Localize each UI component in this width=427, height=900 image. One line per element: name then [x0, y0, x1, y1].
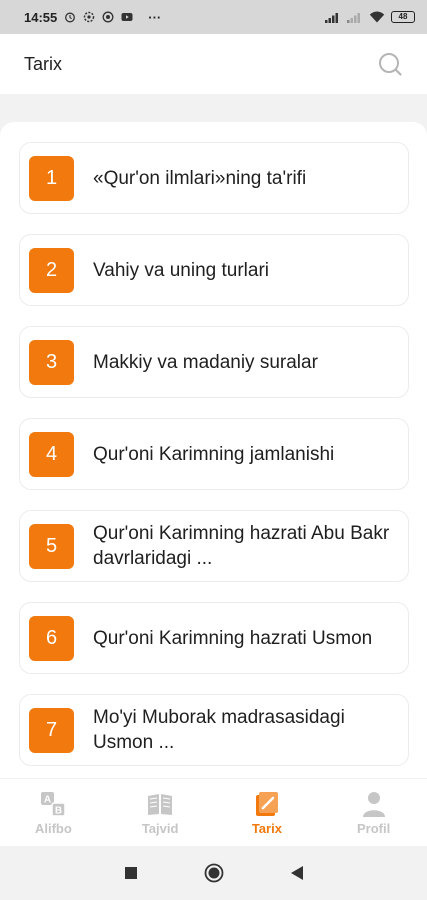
topic-number-badge: 5: [29, 523, 74, 569]
search-icon[interactable]: [377, 51, 403, 77]
history-book-icon: [255, 791, 278, 816]
topic-item-3[interactable]: 3 Makkiy va madaniy suralar: [19, 326, 409, 398]
status-more-dots: ···: [148, 9, 162, 25]
status-bar: 14:55 ··· 48: [0, 0, 427, 34]
nav-label: Profil: [357, 820, 391, 836]
back-icon[interactable]: [290, 865, 304, 881]
svg-text:A: A: [44, 794, 51, 805]
topic-title: Mo'yi Muborak madrasasidagi Usmon ...: [93, 707, 345, 753]
topic-number-badge: 2: [29, 247, 74, 293]
topic-title: Qur'oni Karimning hazrati Abu Bakr davrl…: [93, 523, 390, 569]
signal-icon: [325, 13, 338, 23]
bottom-nav: A B Alifbo Tajvid Tarix Profil: [0, 778, 427, 846]
nav-label: Tarix: [251, 820, 282, 836]
status-time: 14:55: [24, 9, 58, 25]
alphabet-icon: A B: [41, 791, 67, 817]
topic-item-2[interactable]: 2 Vahiy va uning turlari: [19, 234, 409, 306]
nav-label: Alifbo: [34, 820, 72, 836]
topic-item-6[interactable]: 6 Qur'oni Karimning hazrati Usmon: [19, 602, 409, 674]
circle-app-icon: [102, 11, 114, 23]
topic-title: Qur'oni Karimning hazrati Usmon: [93, 627, 373, 649]
home-icon[interactable]: [204, 863, 224, 883]
wifi-icon: [369, 11, 385, 23]
settings-icon: [84, 11, 95, 23]
topic-title: Vahiy va uning turlari: [93, 259, 270, 281]
nav-label: Tajvid: [141, 820, 179, 836]
topic-item-1[interactable]: 1 «Qur'on ilmlari»ning ta'rifi: [19, 142, 409, 214]
topic-number-badge: 6: [29, 615, 74, 661]
nav-item-alifbo[interactable]: A B Alifbo: [0, 779, 107, 846]
topic-list-container: 1 «Qur'on ilmlari»ning ta'rifi 2 Vahiy v…: [0, 122, 427, 778]
topic-number-badge: 7: [29, 707, 74, 753]
app-header: Tarix: [0, 34, 427, 94]
system-nav-bar: [0, 846, 427, 900]
topic-item-7[interactable]: 7 Mo'yi Muborak madrasasidagi Usmon ...: [19, 694, 409, 766]
recent-apps-icon[interactable]: [124, 866, 138, 880]
topic-number-badge: 4: [29, 431, 74, 477]
youtube-icon: [121, 13, 133, 21]
alarm-icon: [65, 12, 76, 23]
topic-title: «Qur'on ilmlari»ning ta'rifi: [93, 167, 307, 189]
topic-title: Makkiy va madaniy suralar: [93, 351, 318, 373]
topic-item-5[interactable]: 5 Qur'oni Karimning hazrati Abu Bakr dav…: [19, 510, 409, 582]
page-title: Tarix: [24, 53, 63, 74]
user-icon: [362, 791, 385, 817]
topic-number-badge: 3: [29, 339, 74, 385]
book-icon: [148, 793, 173, 815]
svg-text:B: B: [55, 805, 62, 816]
nav-item-tarix[interactable]: Tarix: [214, 779, 321, 846]
battery-icon: 48: [391, 11, 415, 23]
nav-item-profil[interactable]: Profil: [320, 779, 427, 846]
signal-weak-icon: [347, 13, 360, 23]
topic-title: Qur'oni Karimning jamlanishi: [93, 443, 335, 465]
nav-item-tajvid[interactable]: Tajvid: [107, 779, 214, 846]
topic-item-4[interactable]: 4 Qur'oni Karimning jamlanishi: [19, 418, 409, 490]
topic-number-badge: 1: [29, 155, 74, 201]
